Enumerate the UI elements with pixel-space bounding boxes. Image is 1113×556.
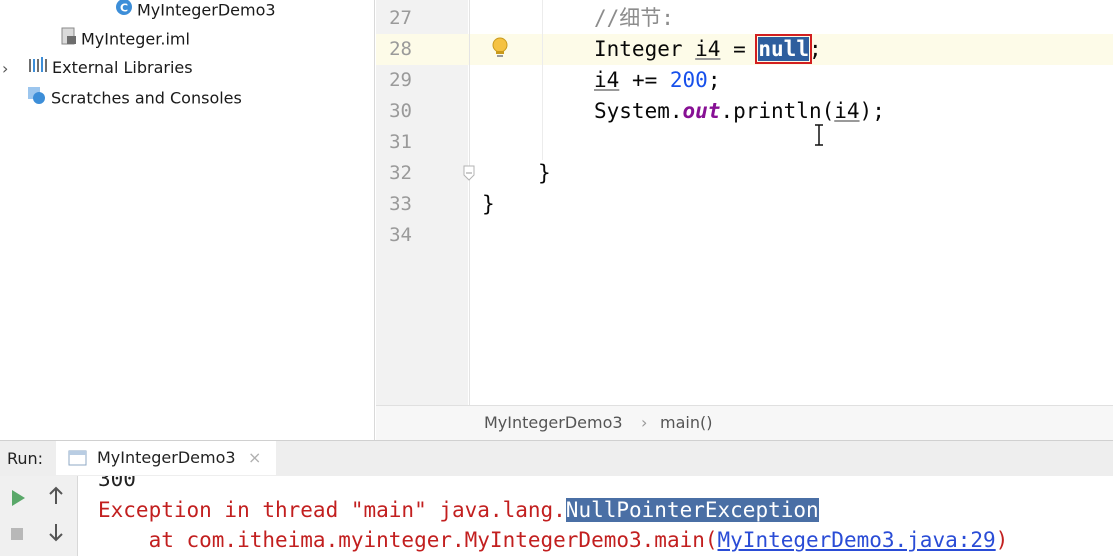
stacktrace-prefix: at com.itheima.myinteger.MyIntegerDemo3.… [98, 528, 718, 552]
tree-item-myintegerdemo3[interactable]: C MyIntegerDemo3 [114, 0, 276, 23]
code-token-null-highlighted[interactable]: null [755, 34, 812, 64]
code-line-30: System.out.println(i4); [594, 96, 885, 127]
code-token: = [720, 37, 759, 61]
code-token: ; [707, 68, 721, 92]
code-token: .println( [720, 99, 835, 123]
line-number: 29 [389, 69, 412, 91]
run-tab-label: MyIntegerDemo3 [97, 448, 236, 467]
rerun-icon[interactable] [10, 489, 26, 511]
tree-item-label: External Libraries [52, 58, 193, 77]
scratches-icon [26, 85, 48, 113]
tree-item-scratches[interactable]: Scratches and Consoles [26, 85, 242, 111]
gutter-separator [469, 0, 470, 405]
stop-icon[interactable] [10, 526, 24, 545]
breadcrumb-separator-icon: › [641, 413, 648, 432]
stacktrace-end: ) [995, 528, 1009, 552]
run-toolbar [0, 476, 78, 556]
run-config-icon [68, 449, 88, 471]
close-icon[interactable]: × [248, 441, 261, 475]
line-number: 27 [389, 7, 412, 29]
console-line-output: 300 [98, 476, 136, 491]
code-line-32: } [538, 161, 551, 185]
code-line-29: i4 += 200; [594, 65, 720, 96]
project-tree-panel: C MyIntegerDemo3 MyInteger.iml › Externa… [0, 0, 375, 440]
exception-name: NullPointerException [565, 498, 819, 522]
console-line-stacktrace: at com.itheima.myinteger.MyIntegerDemo3.… [98, 525, 1009, 555]
breadcrumb-item-method[interactable]: main() [660, 406, 712, 440]
code-token: ); [859, 99, 885, 123]
code-token: ; [808, 37, 822, 61]
scroll-down-icon[interactable] [48, 522, 64, 546]
indent-guide [542, 0, 543, 160]
tree-item-label: MyIntegerDemo3 [137, 0, 276, 20]
tree-item-iml[interactable]: MyInteger.iml [60, 26, 190, 52]
java-class-icon: C [114, 0, 134, 25]
code-line-33: } [482, 192, 495, 216]
exception-prefix: Exception in thread "main" java.lang. [98, 498, 566, 522]
line-number: 34 [389, 224, 412, 246]
code-token-variable: i4 [695, 37, 721, 61]
lightbulb-icon[interactable] [490, 36, 510, 64]
breadcrumb-item-class[interactable]: MyIntegerDemo3 [484, 406, 623, 440]
code-token-variable: i4 [594, 68, 620, 92]
tree-item-external-libraries[interactable]: › External Libraries [2, 55, 193, 81]
line-number: 32 [389, 162, 412, 184]
code-token: += [619, 68, 670, 92]
code-line-27: //细节: [594, 6, 674, 30]
code-token-field: out [682, 99, 721, 123]
tab-run-myintegerdemo3[interactable]: MyIntegerDemo3 × [56, 441, 276, 475]
console-line-exception: Exception in thread "main" java.lang.Nul… [98, 495, 819, 525]
breadcrumb: MyIntegerDemo3 › main() [376, 405, 1113, 440]
iml-file-icon [60, 26, 78, 54]
code-token-variable: i4 [834, 99, 860, 123]
line-number: 28 [389, 38, 412, 60]
line-number: 31 [389, 131, 412, 153]
text-cursor-icon [814, 124, 824, 150]
code-token: System. [594, 99, 683, 123]
tree-item-label: MyInteger.iml [81, 29, 190, 49]
libraries-icon [27, 56, 49, 82]
chevron-right-icon[interactable]: › [2, 56, 24, 82]
console-output[interactable]: 300 Exception in thread "main" java.lang… [78, 476, 1113, 556]
code-line-28: Integer i4 = null; [594, 34, 822, 65]
tree-item-label: Scratches and Consoles [51, 88, 242, 108]
fold-marker-icon[interactable] [462, 165, 476, 185]
run-label: Run: [7, 449, 44, 468]
line-number: 30 [389, 100, 412, 122]
svg-text:C: C [120, 2, 128, 15]
code-token: Integer [594, 37, 696, 61]
code-token-number: 200 [669, 68, 708, 92]
scroll-up-icon[interactable] [48, 486, 64, 510]
stacktrace-link[interactable]: MyIntegerDemo3.java:29 [718, 528, 996, 552]
line-number: 33 [389, 193, 412, 215]
